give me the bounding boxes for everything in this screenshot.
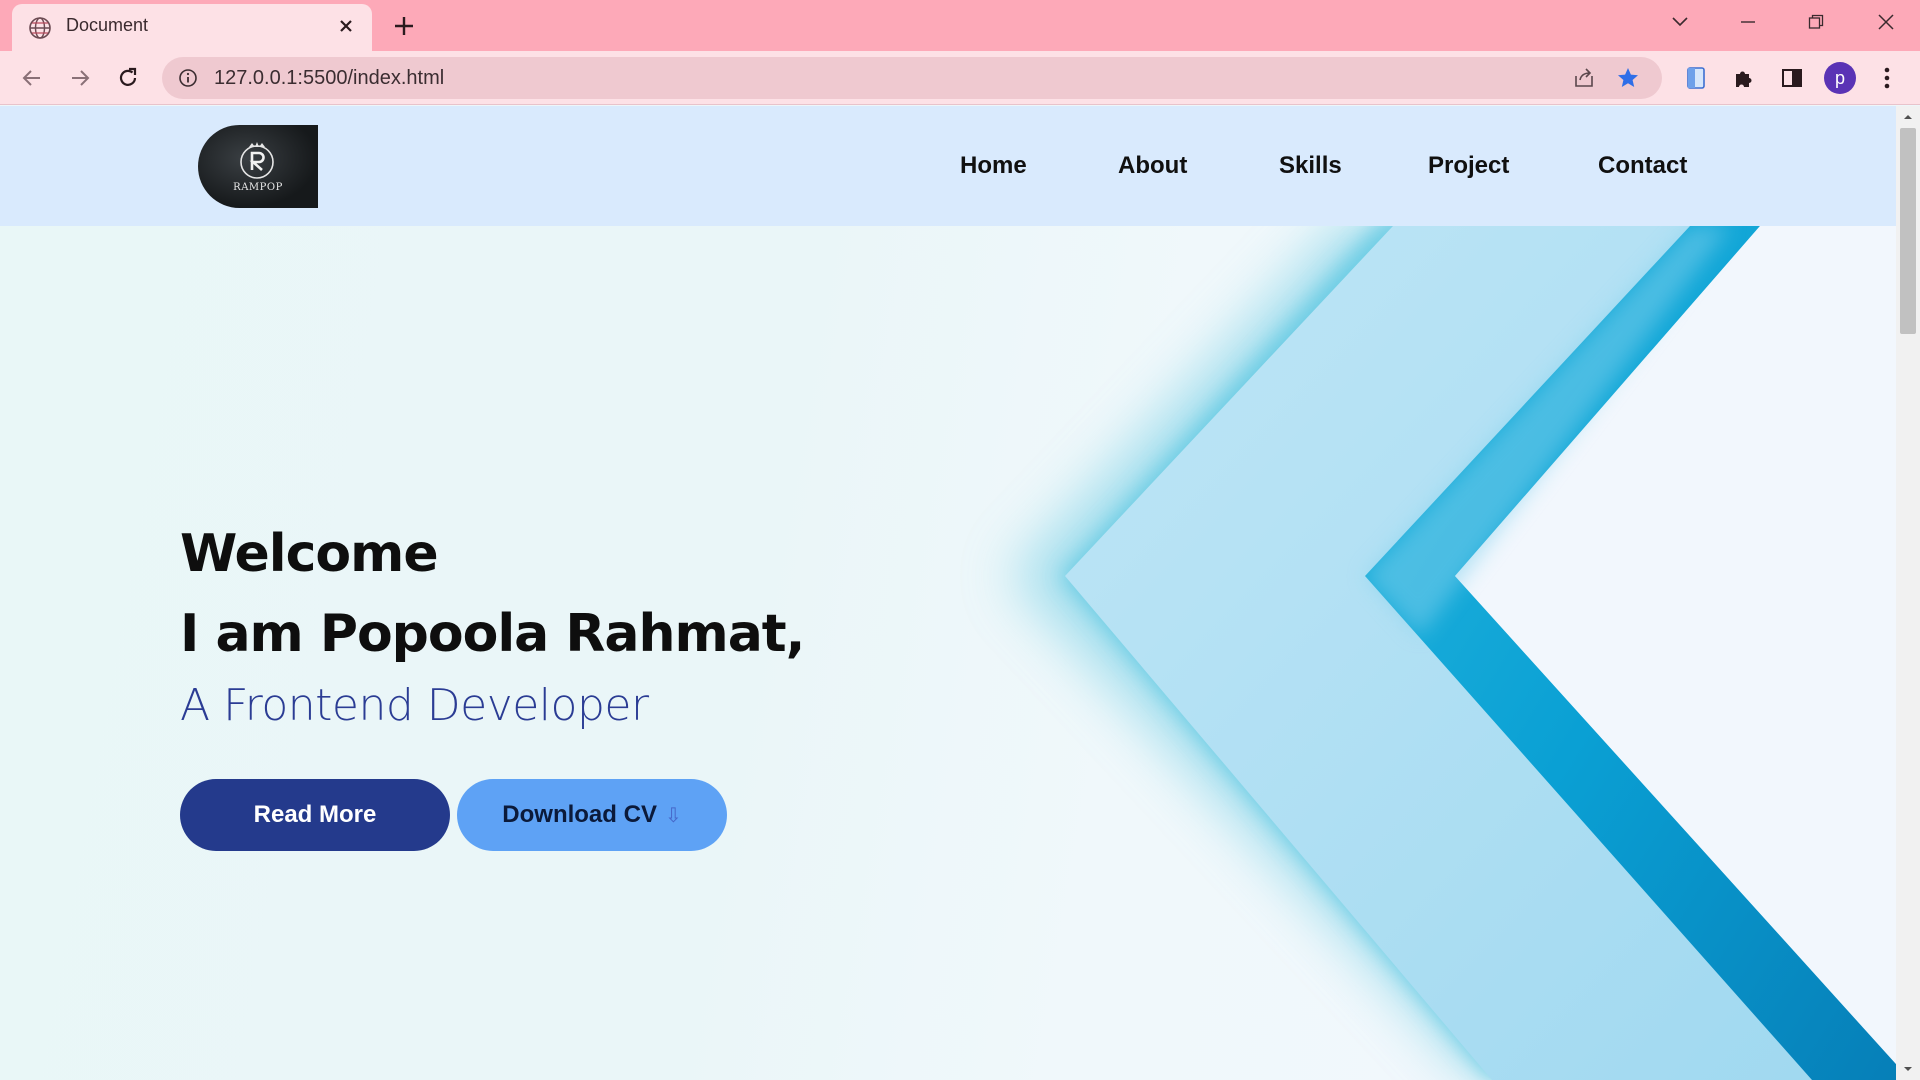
restore-icon[interactable] <box>1796 8 1836 36</box>
minimize-icon[interactable] <box>1728 8 1768 36</box>
reader-extension-icon[interactable] <box>1682 64 1710 92</box>
download-cv-label: Download CV <box>502 801 657 828</box>
new-tab-icon[interactable] <box>390 12 418 40</box>
scrollbar-thumb[interactable] <box>1900 128 1916 334</box>
site-header: RAMPOP Home About Skills Project Contact <box>0 106 1896 226</box>
hero-role-text: A Frontend Developer <box>180 680 649 731</box>
read-more-label: Read More <box>253 801 377 828</box>
page-scrollbar[interactable] <box>1896 106 1920 1080</box>
browser-tab-strip: Document <box>0 0 1920 51</box>
globe-icon <box>29 17 51 39</box>
url-text[interactable]: 127.0.0.1:5500/index.html <box>214 67 444 90</box>
scroll-up-arrow-icon[interactable] <box>1901 110 1915 124</box>
scroll-down-arrow-icon[interactable] <box>1901 1062 1915 1076</box>
close-window-icon[interactable] <box>1866 8 1906 36</box>
nav-link-skills[interactable]: Skills <box>1279 152 1342 180</box>
profile-avatar[interactable]: p <box>1824 62 1856 94</box>
back-arrow-icon[interactable] <box>17 63 47 93</box>
page-viewport: RAMPOP Home About Skills Project Contact… <box>0 106 1896 1080</box>
tab-title: Document <box>66 15 149 35</box>
read-more-button[interactable]: Read More <box>180 779 450 851</box>
crown-r-logo-icon <box>240 142 274 179</box>
forward-arrow-icon[interactable] <box>65 63 95 93</box>
hero-name-heading: I am Popoola Rahmat, <box>180 604 805 664</box>
address-bar[interactable]: 127.0.0.1:5500/index.html <box>162 57 1662 99</box>
hero-chevron-graphic <box>1010 216 1896 1080</box>
share-icon[interactable] <box>1572 66 1596 90</box>
site-logo[interactable]: RAMPOP <box>198 125 318 208</box>
side-panel-icon[interactable] <box>1778 64 1806 92</box>
logo-wordmark: RAMPOP <box>233 182 283 193</box>
site-info-icon[interactable] <box>178 68 198 88</box>
nav-link-contact[interactable]: Contact <box>1598 152 1687 180</box>
nav-link-home[interactable]: Home <box>960 152 1027 180</box>
extensions-puzzle-icon[interactable] <box>1730 64 1758 92</box>
bookmark-star-icon[interactable] <box>1616 66 1640 90</box>
close-tab-icon[interactable] <box>334 14 358 38</box>
nav-link-about[interactable]: About <box>1118 152 1187 180</box>
browser-toolbar: 127.0.0.1:5500/index.html p <box>0 51 1920 105</box>
reload-icon[interactable] <box>113 63 143 93</box>
download-arrow-icon: ⇩ <box>664 804 682 827</box>
hero-background <box>0 106 1896 1080</box>
browser-tab[interactable]: Document <box>12 4 372 51</box>
tab-search-chevron-icon[interactable] <box>1660 8 1700 36</box>
hero-welcome-heading: Welcome <box>180 524 439 584</box>
download-cv-button[interactable]: Download CV ⇩ <box>457 779 727 851</box>
menu-kebab-icon[interactable] <box>1873 64 1901 92</box>
nav-link-project[interactable]: Project <box>1428 152 1509 180</box>
